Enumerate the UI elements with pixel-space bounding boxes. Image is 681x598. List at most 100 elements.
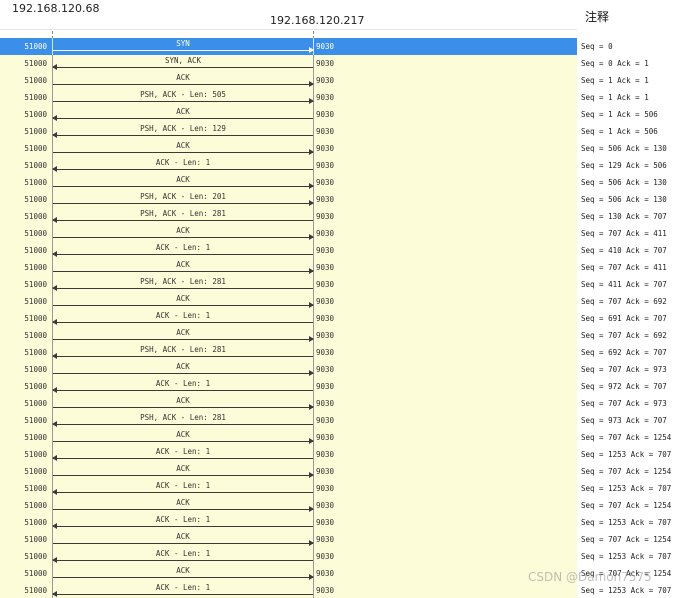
packet-label: ACK - Len: 1 (155, 379, 211, 388)
packet-label: ACK - Len: 1 (155, 515, 211, 524)
packet-arrow (53, 339, 313, 340)
port-a-label: 51000 (24, 433, 47, 442)
arrowhead-left-icon (52, 421, 57, 427)
port-b-label: 9030 (316, 399, 335, 408)
seq-ack-note: Seq = 1253 Ack = 707 (581, 518, 672, 527)
arrowhead-right-icon (309, 438, 314, 444)
packet-arrow (53, 322, 313, 323)
seq-ack-note: Seq = 0 Ack = 1 (581, 59, 649, 68)
flow-row[interactable]: 51000 SYN, ACK 9030 (0, 55, 577, 72)
flow-row[interactable]: 51000 ACK 9030 (0, 225, 577, 242)
seq-ack-note: Seq = 1253 Ack = 707 (581, 552, 672, 561)
arrowhead-right-icon (309, 472, 314, 478)
port-a-label: 51000 (24, 569, 47, 578)
packet-label: ACK - Len: 1 (155, 447, 211, 456)
packet-label: ACK (176, 294, 190, 303)
port-a-label: 51000 (24, 110, 47, 119)
packet-arrow (53, 594, 313, 595)
host-b-lifeline (313, 548, 314, 565)
seq-ack-note: Seq = 1253 Ack = 707 (581, 450, 672, 459)
arrowhead-right-icon (309, 506, 314, 512)
port-a-label: 51000 (24, 59, 47, 68)
packet-arrow (53, 186, 313, 187)
packet-label: PSH, ACK - Len: 129 (140, 124, 226, 133)
packet-label: ACK - Len: 1 (155, 481, 211, 490)
arrowhead-right-icon (309, 149, 314, 155)
packet-label: ACK - Len: 1 (155, 158, 211, 167)
port-a-label: 51000 (24, 535, 47, 544)
port-b-label: 9030 (316, 76, 335, 85)
flow-row[interactable]: 51000 PSH, ACK - Len: 505 9030 (0, 89, 577, 106)
flow-row[interactable]: 51000 ACK - Len: 1 9030 (0, 242, 577, 259)
port-a-label: 51000 (24, 314, 47, 323)
flow-row[interactable]: 51000 ACK - Len: 1 9030 (0, 378, 577, 395)
flow-row[interactable]: 51000 ACK - Len: 1 9030 (0, 514, 577, 531)
flow-row[interactable]: 51000 ACK 9030 (0, 174, 577, 191)
flow-row[interactable]: 51000 ACK 9030 (0, 395, 577, 412)
host-b-lifeline (313, 582, 314, 598)
flow-row[interactable]: 51000 ACK 9030 (0, 327, 577, 344)
host-b-lifeline (313, 157, 314, 174)
flow-row[interactable]: 51000 ACK - Len: 1 9030 (0, 157, 577, 174)
flow-row[interactable]: 51000 ACK - Len: 1 9030 (0, 310, 577, 327)
header-divider (0, 29, 577, 30)
flow-row[interactable]: 51000 ACK 9030 (0, 531, 577, 548)
packet-arrow (53, 220, 313, 221)
flow-row[interactable]: 51000 SYN 9030 (0, 38, 577, 55)
flow-row[interactable]: 51000 PSH, ACK - Len: 281 9030 (0, 276, 577, 293)
seq-ack-note: Seq = 129 Ack = 506 (581, 161, 667, 170)
packet-arrow (53, 475, 313, 476)
seq-ack-note: Seq = 1 Ack = 1 (581, 76, 649, 85)
flow-row[interactable]: 51000 ACK 9030 (0, 463, 577, 480)
flow-row[interactable]: 51000 ACK - Len: 1 9030 (0, 548, 577, 565)
host-b-lifeline (313, 480, 314, 497)
packet-label: ACK (176, 73, 190, 82)
packet-label: ACK (176, 532, 190, 541)
port-b-label: 9030 (316, 93, 335, 102)
flow-row[interactable]: 51000 ACK - Len: 1 9030 (0, 480, 577, 497)
flow-row[interactable]: 51000 ACK 9030 (0, 565, 577, 582)
port-a-label: 51000 (24, 382, 47, 391)
packet-arrow (53, 237, 313, 238)
arrowhead-left-icon (52, 557, 57, 563)
flow-row[interactable]: 51000 PSH, ACK - Len: 281 9030 (0, 208, 577, 225)
host-b-lifeline (313, 106, 314, 123)
port-b-label: 9030 (316, 195, 335, 204)
flow-row[interactable]: 51000 ACK 9030 (0, 140, 577, 157)
packet-arrow (53, 118, 313, 119)
arrowhead-right-icon (309, 47, 314, 53)
flow-row[interactable]: 51000 ACK 9030 (0, 72, 577, 89)
flow-row[interactable]: 51000 ACK - Len: 1 9030 (0, 446, 577, 463)
host-b-lifeline (313, 378, 314, 395)
packet-label: ACK (176, 362, 190, 371)
port-b-label: 9030 (316, 569, 335, 578)
flow-row[interactable]: 51000 PSH, ACK - Len: 281 9030 (0, 344, 577, 361)
packet-arrow (53, 390, 313, 391)
port-b-label: 9030 (316, 280, 335, 289)
arrowhead-left-icon (52, 115, 57, 121)
flow-row[interactable]: 51000 PSH, ACK - Len: 129 9030 (0, 123, 577, 140)
packet-arrow (53, 577, 313, 578)
flow-row[interactable]: 51000 ACK 9030 (0, 429, 577, 446)
flow-row[interactable]: 51000 PSH, ACK - Len: 201 9030 (0, 191, 577, 208)
seq-ack-note: Seq = 707 Ack = 973 (581, 365, 667, 374)
flow-graph[interactable]: 51000 SYN 9030 51000 SYN, ACK 9030 51000 ACK 903… (0, 38, 577, 598)
flow-row[interactable]: 51000 ACK 9030 (0, 106, 577, 123)
port-a-label: 51000 (24, 263, 47, 272)
seq-ack-note: Seq = 973 Ack = 707 (581, 416, 667, 425)
packet-arrow (53, 441, 313, 442)
flow-row[interactable]: 51000 PSH, ACK - Len: 281 9030 (0, 412, 577, 429)
port-a-label: 51000 (24, 450, 47, 459)
seq-ack-note: Seq = 691 Ack = 707 (581, 314, 667, 323)
flow-row[interactable]: 51000 ACK 9030 (0, 361, 577, 378)
seq-ack-note: Seq = 506 Ack = 130 (581, 178, 667, 187)
flow-row[interactable]: 51000 ACK 9030 (0, 293, 577, 310)
arrowhead-right-icon (309, 268, 314, 274)
flow-row[interactable]: 51000 ACK 9030 (0, 259, 577, 276)
seq-ack-note: Seq = 1 Ack = 1 (581, 93, 649, 102)
flow-row[interactable]: 51000 ACK 9030 (0, 497, 577, 514)
port-b-label: 9030 (316, 535, 335, 544)
flow-row[interactable]: 51000 ACK - Len: 1 9030 (0, 582, 577, 598)
seq-ack-note: Seq = 707 Ack = 1254 (581, 467, 672, 476)
arrowhead-left-icon (52, 132, 57, 138)
